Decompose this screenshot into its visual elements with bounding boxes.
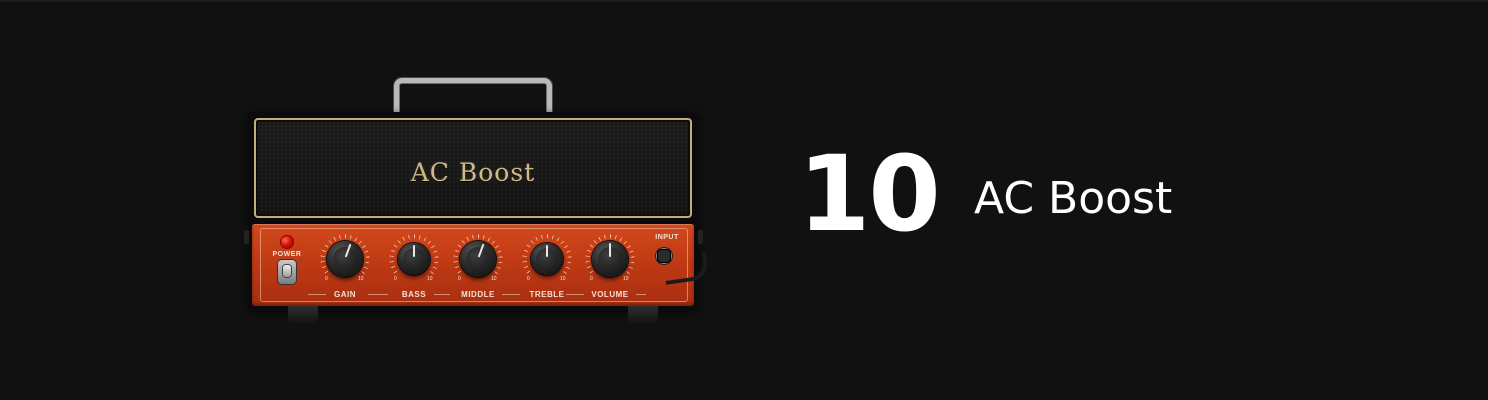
treble-label: TREBLE	[529, 290, 565, 299]
volume-scale-max: 10	[623, 276, 629, 282]
preset-name: AC Boost	[974, 173, 1173, 224]
knob-pointer	[344, 243, 352, 258]
knob-pointer	[413, 245, 415, 257]
bass-scale-max: 10	[427, 276, 433, 282]
volume-scale-min: 0	[590, 276, 593, 282]
input-label: INPUT	[655, 234, 679, 241]
knob-pointer	[609, 243, 611, 257]
treble-scale-max: 10	[560, 276, 566, 282]
amp-side-tab	[698, 230, 703, 244]
amp-control-panel: POWER 0 10 0 10 0 10 0 10 0 10 GAIN BASS…	[252, 224, 710, 306]
cable-plug-icon	[658, 250, 670, 262]
preset-number: 10	[798, 133, 941, 255]
amp-side-tab	[244, 230, 249, 244]
amp-cabinet: AC Boost POWER 0 10 0 10 0 10 0 10 0 10 …	[248, 112, 710, 310]
bass-label: BASS	[401, 290, 427, 299]
gain-label: GAIN	[334, 290, 356, 299]
power-led-icon	[281, 236, 293, 248]
amp-foot	[288, 306, 318, 324]
middle-label: MIDDLE	[461, 290, 495, 299]
bass-scale-min: 0	[394, 276, 397, 282]
treble-scale-min: 0	[527, 276, 530, 282]
gain-scale-min: 0	[325, 276, 328, 282]
amp-image[interactable]: AC Boost POWER 0 10 0 10 0 10 0 10 0 10 …	[244, 78, 710, 328]
knob-pointer	[477, 243, 485, 258]
amp-handle	[394, 78, 552, 116]
middle-scale-max: 10	[491, 276, 497, 282]
amp-grille: AC Boost	[254, 118, 692, 218]
top-divider	[0, 0, 1488, 2]
knob-pointer	[546, 245, 548, 257]
middle-scale-min: 0	[458, 276, 461, 282]
amp-logo: AC Boost	[410, 158, 536, 187]
power-switch[interactable]	[278, 260, 296, 284]
amp-foot	[628, 306, 658, 324]
power-label: POWER	[272, 251, 302, 258]
gain-scale-max: 10	[358, 276, 364, 282]
volume-label: VOLUME	[591, 290, 629, 299]
preset-page: AC Boost POWER 0 10 0 10 0 10 0 10 0 10 …	[0, 0, 1488, 400]
